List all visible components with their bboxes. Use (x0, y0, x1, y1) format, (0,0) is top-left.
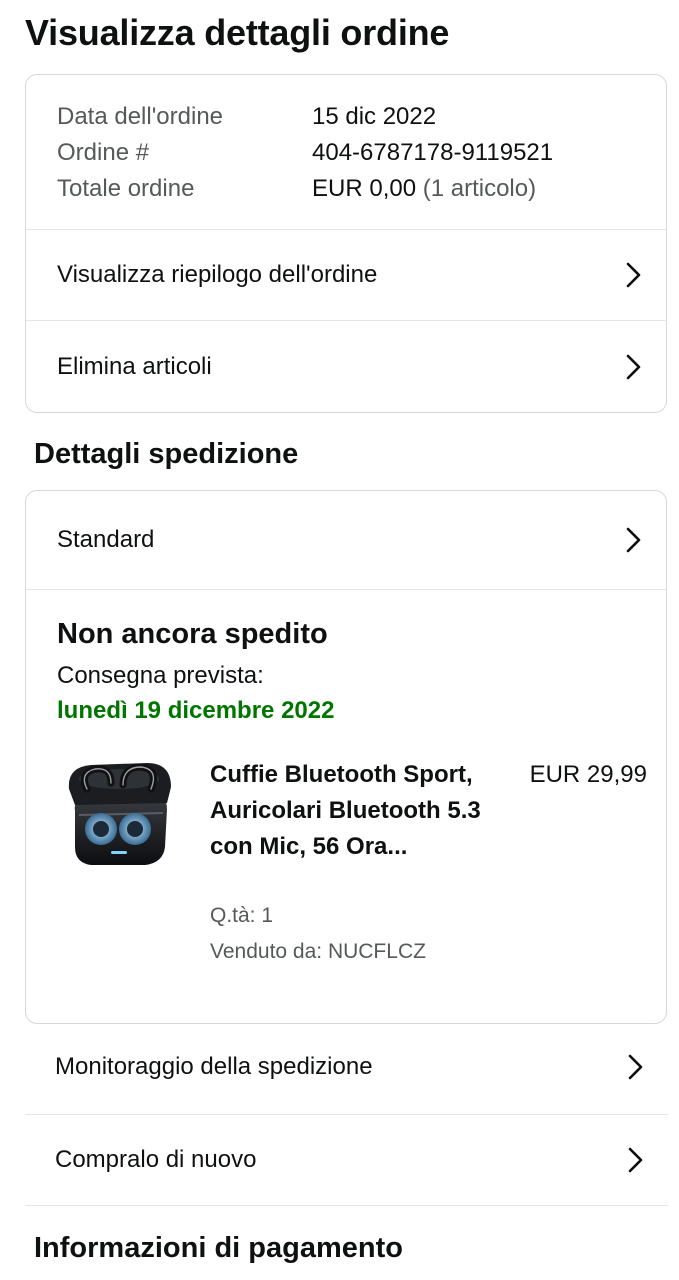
product-price: EUR 29,99 (529, 761, 647, 788)
product-seller: Venduto da: NUCFLCZ (210, 940, 426, 963)
chevron-right-icon (622, 525, 644, 555)
track-shipment-label: Monitoraggio della spedizione (55, 1053, 373, 1080)
chevron-right-icon (622, 260, 644, 290)
shipping-method-link[interactable]: Standard (26, 491, 666, 589)
shipping-card: Standard Non ancora spedito Consegna pre… (25, 490, 667, 1024)
delivery-estimate-date: lunedì 19 dicembre 2022 (57, 697, 335, 724)
order-date-value: 15 dic 2022 (312, 103, 437, 130)
chevron-right-icon (624, 1052, 646, 1082)
order-summary-card: Data dell'ordine 15 dic 2022 Ordine # 40… (25, 74, 667, 413)
chevron-right-icon (624, 1145, 646, 1175)
order-date-label: Data dell'ordine (57, 103, 224, 130)
shipping-method-label: Standard (57, 526, 155, 553)
product-quantity: Q.tà: 1 (210, 904, 274, 927)
order-info: Data dell'ordine 15 dic 2022 Ordine # 40… (57, 99, 647, 207)
product-image[interactable] (61, 759, 175, 871)
view-order-summary-label: Visualizza riepilogo dell'ordine (57, 261, 378, 288)
order-date-row: Data dell'ordine 15 dic 2022 (57, 99, 647, 135)
order-item: Cuffie Bluetooth Sport, Auricolari Bluet… (57, 753, 647, 973)
divider (26, 589, 666, 590)
track-shipment-link[interactable]: Monitoraggio della spedizione (25, 1022, 668, 1112)
chevron-right-icon (622, 352, 644, 382)
order-number-row: Ordine # 404-6787178-9119521 (57, 135, 647, 171)
order-number-value: 404-6787178-9119521 (312, 139, 554, 166)
order-total-amount: EUR 0,00 (312, 175, 417, 202)
order-total-row: Totale ordine EUR 0,00 (1 articolo) (57, 171, 647, 207)
order-number-label: Ordine # (57, 139, 150, 166)
delivery-estimate-label: Consegna prevista: (57, 662, 264, 689)
view-order-summary-link[interactable]: Visualizza riepilogo dell'ordine (26, 230, 666, 320)
order-item-count: (1 articolo) (422, 175, 537, 202)
delete-items-link[interactable]: Elimina articoli (26, 321, 666, 412)
page-title: Visualizza dettagli ordine (25, 12, 450, 53)
divider (25, 1205, 668, 1206)
shipment-status-title: Non ancora spedito (57, 618, 328, 650)
shipment-status: Non ancora spedito Consegna prevista: lu… (57, 615, 647, 729)
delete-items-label: Elimina articoli (57, 352, 212, 380)
order-total-label: Totale ordine (57, 175, 195, 202)
order-total-value: EUR 0,00 (1 articolo) (312, 175, 536, 203)
buy-again-label: Compralo di nuovo (55, 1146, 257, 1173)
payment-section-title: Informazioni di pagamento (34, 1232, 403, 1264)
shipping-section-title: Dettagli spedizione (34, 438, 299, 470)
buy-again-link[interactable]: Compralo di nuovo (25, 1115, 668, 1205)
product-title-link[interactable]: Cuffie Bluetooth Sport, Auricolari Bluet… (210, 757, 500, 865)
